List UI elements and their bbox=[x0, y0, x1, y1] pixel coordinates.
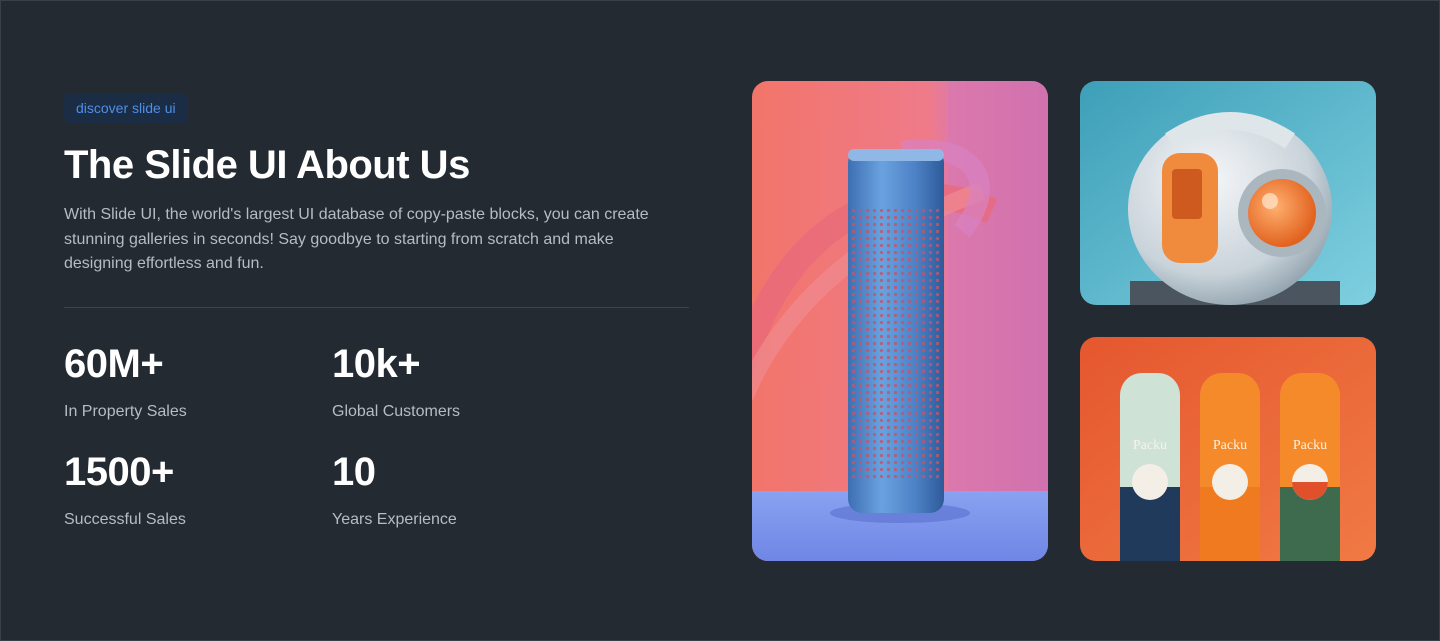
stat-label: Years Experience bbox=[332, 510, 457, 528]
stat-item: 10k+ Global Customers bbox=[332, 340, 600, 422]
bottle-brand-label: Packu bbox=[1293, 438, 1327, 453]
stat-value: 10k+ bbox=[332, 341, 421, 386]
stat-label: Global Customers bbox=[332, 402, 461, 420]
stat-item: 60M+ In Property Sales bbox=[64, 340, 332, 422]
about-section: discover slide ui The Slide UI About Us … bbox=[64, 93, 689, 530]
stat-value: 1500+ bbox=[64, 449, 174, 494]
section-description: With Slide UI, the world's largest UI da… bbox=[64, 206, 649, 272]
stat-item: 10 Years Experience bbox=[332, 448, 600, 530]
bottles-image: Packu Packu Packu bbox=[1080, 337, 1376, 561]
stat-label: In Property Sales bbox=[64, 402, 187, 420]
bottle-brand-label: Packu bbox=[1213, 438, 1247, 453]
divider bbox=[64, 306, 689, 308]
robot-image bbox=[1080, 81, 1376, 305]
stat-label: Successful Sales bbox=[64, 510, 186, 528]
speaker-image bbox=[752, 81, 1048, 561]
stat-value: 60M+ bbox=[64, 341, 164, 386]
section-badge: discover slide ui bbox=[64, 93, 188, 123]
stats-grid: 60M+ In Property Sales 10k+ Global Custo… bbox=[64, 340, 689, 530]
page-title: The Slide UI About Us bbox=[64, 143, 470, 187]
stat-value: 10 bbox=[332, 449, 376, 494]
bottle-brand-label: Packu bbox=[1133, 438, 1167, 453]
stat-item: 1500+ Successful Sales bbox=[64, 448, 332, 530]
